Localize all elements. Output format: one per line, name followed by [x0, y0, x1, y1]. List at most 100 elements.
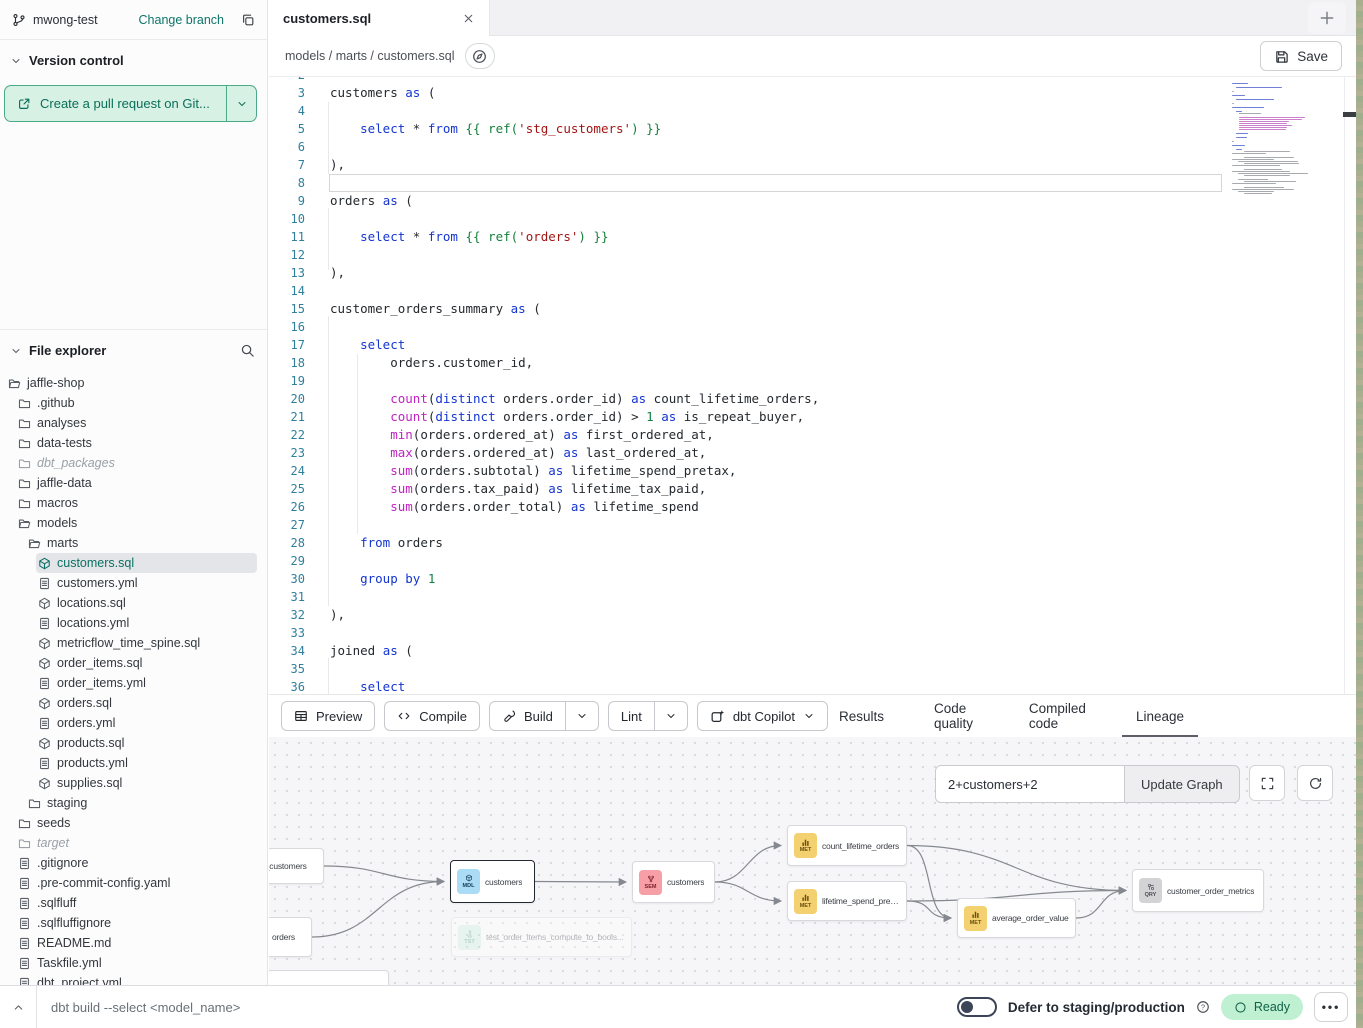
chevron-down-icon [665, 710, 677, 722]
file-explorer-header[interactable]: File explorer [0, 330, 267, 367]
preview-button[interactable]: Preview [281, 701, 375, 731]
folder-open-icon [28, 537, 41, 550]
tree-item-customers.yml[interactable]: customers.yml [0, 573, 267, 593]
fullscreen-button[interactable] [1249, 765, 1285, 801]
lineage-node-customers[interactable]: SEMcustomers [632, 861, 715, 903]
search-icon[interactable] [240, 343, 255, 358]
tab-code-quality[interactable]: Code quality [932, 695, 981, 738]
tab-customers-sql[interactable]: customers.sql [269, 0, 490, 36]
line-number: 23 [269, 444, 305, 462]
chevron-down-icon [236, 98, 248, 110]
chevron-up-icon [12, 1001, 25, 1014]
lineage-node-customers[interactable]: MDLcustomers [450, 860, 535, 903]
tree-item-jaffle-shop[interactable]: jaffle-shop [0, 373, 267, 393]
tree-item-dbt_packages[interactable]: dbt_packages [0, 453, 267, 473]
minimap[interactable] [1232, 81, 1332, 197]
tree-item-order_items.yml[interactable]: order_items.yml [0, 673, 267, 693]
tree-item-README.md[interactable]: README.md [0, 933, 267, 953]
close-icon[interactable] [462, 12, 475, 25]
tree-item-.pre-commit-config.yaml[interactable]: .pre-commit-config.yaml [0, 873, 267, 893]
code-editor[interactable]: 23customers as (45 select * from {{ ref(… [269, 77, 1356, 694]
line-number: 12 [269, 246, 305, 264]
tree-item-Taskfile.yml[interactable]: Taskfile.yml [0, 953, 267, 973]
tree-item-locations.yml[interactable]: locations.yml [0, 613, 267, 633]
lineage-node-stg_customers[interactable]: MDLstg_customers [269, 848, 324, 884]
defer-toggle[interactable] [957, 997, 997, 1017]
more-options-button[interactable]: ••• [1314, 992, 1348, 1022]
results-panel-tabs: Results Code quality Compiled code Lineage [837, 695, 1186, 738]
status-bar: Defer to staging/production ? Ready ••• [0, 985, 1356, 1028]
docs-compass-button[interactable] [465, 43, 495, 69]
save-button[interactable]: Save [1260, 41, 1342, 71]
tree-item-metricflow_time_spine.sql[interactable]: metricflow_time_spine.sql [0, 633, 267, 653]
tab-lineage[interactable]: Lineage [1134, 695, 1186, 738]
tree-item-dbt_project.yml[interactable]: dbt_project.yml [0, 973, 267, 985]
lineage-node-label: orders [272, 932, 295, 942]
lint-button[interactable]: Lint [608, 701, 655, 731]
help-icon[interactable]: ? [1196, 1000, 1210, 1014]
lineage-node-customer_order_metrics[interactable]: QRYcustomer_order_metrics [1132, 869, 1264, 912]
tree-item-analyses[interactable]: analyses [0, 413, 267, 433]
new-tab-button[interactable] [1308, 2, 1346, 34]
tree-item-orders.yml[interactable]: orders.yml [0, 713, 267, 733]
tab-compiled-code[interactable]: Compiled code [1027, 695, 1088, 738]
line-number: 3 [269, 84, 305, 102]
build-label: Build [524, 709, 553, 724]
tree-item-data-tests[interactable]: data-tests [0, 433, 267, 453]
compile-button[interactable]: Compile [384, 701, 480, 731]
tree-item-label: analyses [37, 413, 86, 433]
lineage-node-count_lifetime_orders[interactable]: METcount_lifetime_orders [787, 825, 907, 866]
status-badge[interactable]: Ready [1221, 994, 1303, 1020]
tree-item-staging[interactable]: staging [0, 793, 267, 813]
refresh-button[interactable] [1297, 765, 1333, 801]
tree-item-.sqlfluffignore[interactable]: .sqlfluffignore [0, 913, 267, 933]
expand-command-bar-button[interactable] [0, 986, 37, 1028]
tab-results[interactable]: Results [837, 695, 886, 738]
file-explorer-title: File explorer [29, 343, 106, 358]
lineage-node-test_order_items_compute_to_bools...[interactable]: TSTtest_order_items_compute_to_bools... [451, 917, 632, 957]
line-number: 28 [269, 534, 305, 552]
tree-item-jaffle-data[interactable]: jaffle-data [0, 473, 267, 493]
model-icon [38, 657, 51, 670]
tree-item-target[interactable]: target [0, 833, 267, 853]
build-dropdown[interactable] [565, 701, 599, 731]
tree-item-products.sql[interactable]: products.sql [0, 733, 267, 753]
tree-item-orders.sql[interactable]: orders.sql [0, 693, 267, 713]
model-icon [38, 777, 51, 790]
lineage-selector-input[interactable] [935, 765, 1125, 803]
line-number: 15 [269, 300, 305, 318]
tree-item-supplies.sql[interactable]: supplies.sql [0, 773, 267, 793]
tree-item-.sqlfluff[interactable]: .sqlfluff [0, 893, 267, 913]
tree-item-customers.sql[interactable]: customers.sql [0, 553, 267, 573]
tree-item-locations.sql[interactable]: locations.sql [0, 593, 267, 613]
create-pr-button[interactable]: Create a pull request on Git... [4, 85, 257, 122]
git-branch-icon [12, 13, 26, 27]
change-branch-link[interactable]: Change branch [139, 13, 224, 27]
tree-item-models[interactable]: models [0, 513, 267, 533]
tree-item-.gitignore[interactable]: .gitignore [0, 853, 267, 873]
tree-item-seeds[interactable]: seeds [0, 813, 267, 833]
build-button[interactable]: Build [489, 701, 566, 731]
tree-item-products.yml[interactable]: products.yml [0, 753, 267, 773]
indent-guide [328, 658, 329, 694]
tree-item-.github[interactable]: .github [0, 393, 267, 413]
create-pr-dropdown[interactable] [226, 86, 256, 121]
lineage-node-average_order_value[interactable]: METaverage_order_value [957, 898, 1076, 938]
line-number: 7 [269, 156, 305, 174]
lineage-node-partial[interactable] [269, 970, 389, 985]
editor-tabbar: customers.sql [269, 0, 1356, 36]
chevron-down-icon [10, 55, 22, 67]
tree-item-macros[interactable]: macros [0, 493, 267, 513]
lineage-node-lifetime_spend_pretax[interactable]: METlifetime_spend_pretax [787, 881, 907, 921]
version-control-header[interactable]: Version control [0, 40, 267, 77]
tree-item-order_items.sql[interactable]: order_items.sql [0, 653, 267, 673]
lineage-node-label: test_order_items_compute_to_bools... [486, 932, 623, 942]
lineage-node-orders[interactable]: MDLorders [269, 917, 312, 957]
update-graph-button[interactable]: Update Graph [1124, 765, 1240, 803]
lint-dropdown[interactable] [654, 701, 688, 731]
tree-item-marts[interactable]: marts [0, 533, 267, 553]
dbt-command-input[interactable] [37, 1000, 957, 1015]
copy-icon[interactable] [241, 13, 255, 27]
dbt-copilot-button[interactable]: dbt Copilot [697, 701, 828, 731]
editor-scrollbar[interactable] [1344, 77, 1356, 694]
